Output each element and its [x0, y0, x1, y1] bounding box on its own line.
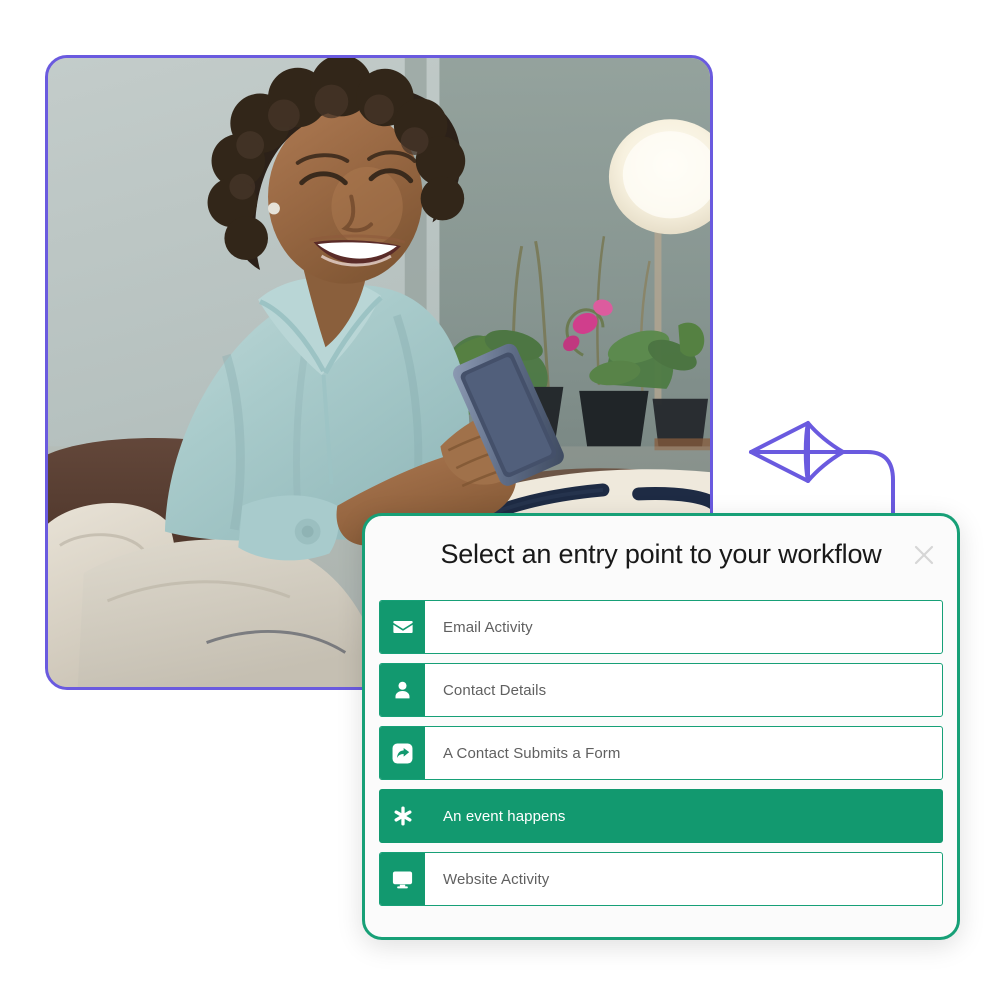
person-glyph — [395, 681, 410, 698]
entry-point-label: A Contact Submits a Form — [443, 744, 621, 762]
entry-point-modal: Select an entry point to your workflow E… — [362, 513, 960, 940]
entry-point-row-website-activity[interactable]: Website Activity — [379, 852, 943, 906]
entry-point-row-contact-submits-form[interactable]: A Contact Submits a Form — [379, 726, 943, 780]
person-icon — [380, 664, 425, 716]
entry-point-label: An event happens — [443, 807, 566, 825]
asterisk-glyph — [394, 806, 411, 826]
envelope-glyph — [392, 621, 413, 633]
monitor-glyph — [392, 870, 413, 888]
curved-arrow-connector — [749, 421, 895, 540]
entry-point-label: Contact Details — [443, 681, 547, 699]
entry-point-row-email-activity[interactable]: Email Activity — [379, 600, 943, 654]
entry-point-label: Website Activity — [443, 870, 550, 888]
entry-point-row-an-event-happens[interactable]: An event happens — [379, 789, 943, 843]
entry-point-list: Email Activity Contact Details A Contact… — [365, 594, 957, 906]
share-glyph — [392, 743, 413, 763]
share-icon — [380, 727, 425, 779]
modal-header: Select an entry point to your workflow — [365, 516, 957, 594]
envelope-icon — [380, 601, 425, 653]
entry-point-label: Email Activity — [443, 618, 533, 636]
asterisk-icon — [380, 790, 425, 842]
close-icon[interactable] — [911, 542, 937, 568]
monitor-icon — [380, 853, 425, 905]
close-x-glyph — [914, 545, 934, 565]
entry-point-row-contact-details[interactable]: Contact Details — [379, 663, 943, 717]
modal-title: Select an entry point to your workflow — [440, 539, 882, 570]
